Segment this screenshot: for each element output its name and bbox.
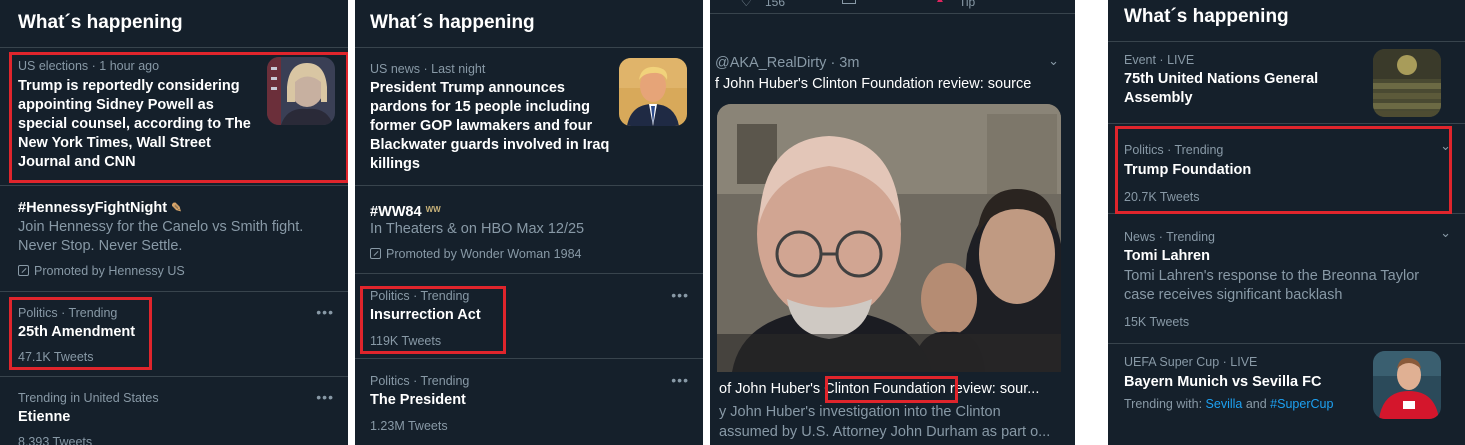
trend-item-news[interactable]: US elections · 1 hour ago Trump is repor… [0, 48, 348, 186]
trending-link[interactable]: #SuperCup [1270, 397, 1333, 411]
chevron-down-icon[interactable]: ⌄ [1048, 53, 1059, 69]
promoted-icon [370, 248, 381, 259]
trend-count: 47.1K Tweets [18, 350, 94, 364]
trend-count: 8,393 Tweets [18, 435, 93, 445]
trend-item-insurrection[interactable]: Politics · Trending Insurrection Act 119… [355, 274, 703, 359]
panel-title: What´s happening [0, 0, 348, 48]
tip-button[interactable]: Tip [959, 0, 975, 9]
promoted-desc: Join Hennessy for the Canelo vs Smith fi… [18, 219, 304, 254]
tweet-panel: ♡ 156 ▲ Tip @AKA_RealDirty · 3m ⌄ f John… [710, 0, 1075, 445]
promoted-by: Promoted by Hennessy US [18, 263, 185, 279]
trend-item-supercup[interactable]: UEFA Super Cup · LIVE Bayern Munich vs S… [1108, 344, 1465, 445]
more-options-icon[interactable]: ••• [316, 304, 334, 320]
tweet-action-bar: ♡ 156 ▲ Tip [710, 0, 1075, 14]
trend-headline[interactable]: Insurrection Act [370, 306, 481, 325]
trend-count: 119K Tweets [370, 334, 442, 348]
more-options-icon[interactable]: ••• [316, 389, 334, 405]
panel-title: What´s happening [355, 0, 703, 48]
like-icon[interactable]: ♡ [740, 0, 753, 10]
trends-panel-4: What´s happening Event · LIVE 75th Unite… [1108, 0, 1465, 445]
trend-item-etienne[interactable]: Trending in United States Etienne 8,393 … [0, 377, 348, 445]
trend-meta: Trending in United States [18, 391, 159, 405]
like-count: 156 [765, 0, 786, 9]
ww84-emoji-icon: WW [425, 205, 441, 214]
promoted-item[interactable]: #WW84 WW In Theaters & on HBO Max 12/25 … [355, 186, 703, 274]
trend-headline[interactable]: President Trump announces pardons for 15… [370, 79, 610, 174]
trend-item-news[interactable]: US news · Last night President Trump ann… [355, 48, 703, 186]
trend-meta: News · Trending [1124, 230, 1216, 244]
card-title-highlight: Clinton Foundation [824, 381, 946, 397]
card-photo [717, 104, 1061, 372]
trending-with: Trending with: Sevilla and #SuperCup [1124, 397, 1334, 411]
trend-desc: Tomi Lahren's response to the Breonna Ta… [1124, 268, 1420, 303]
trend-meta: Politics · Trending [370, 289, 470, 303]
chevron-down-icon[interactable]: ⌄ [1440, 225, 1451, 241]
trend-item-25th[interactable]: Politics · Trending 25th Amendment 47.1K… [0, 292, 348, 377]
bottle-emoji-icon: ✎ [171, 200, 182, 215]
trend-headline[interactable]: 25th Amendment [18, 323, 135, 342]
thumbnail-image [619, 58, 687, 126]
trend-meta: Politics · Trending [1124, 143, 1224, 157]
card-desc: y John Huber's investigation into the Cl… [719, 404, 1051, 440]
screenshot-collage: What´s happening US elections · 1 hour a… [0, 0, 1465, 445]
trend-count: 20.7K Tweets [1124, 190, 1200, 204]
link-card-image[interactable] [717, 104, 1061, 372]
trend-headline[interactable]: Trump is reportedly considering appointi… [18, 77, 258, 172]
thumbnail-image [1373, 351, 1441, 419]
news-thumbnail[interactable] [267, 57, 335, 125]
trend-meta: UEFA Super Cup · LIVE [1124, 355, 1258, 369]
trend-meta: Politics · Trending [18, 306, 118, 320]
chevron-down-icon[interactable]: ⌄ [1440, 138, 1451, 154]
trend-headline[interactable]: 75th United Nations General Assembly [1124, 70, 1334, 108]
promoted-by: Promoted by Wonder Woman 1984 [370, 246, 581, 262]
trend-meta: Event · LIVE [1124, 53, 1195, 67]
promoted-icon [18, 265, 29, 276]
thumbnail-image [1373, 49, 1441, 117]
trend-headline[interactable]: Trump Foundation [1124, 161, 1251, 180]
share-icon[interactable] [842, 0, 856, 4]
link-card-text[interactable]: of John Huber's Clinton Foundation revie… [717, 372, 1061, 445]
more-options-icon[interactable]: ••• [671, 287, 689, 303]
trend-count: 15K Tweets [1124, 315, 1190, 329]
more-options-icon[interactable]: ••• [671, 372, 689, 388]
tweet-text: f John Huber's Clinton Foundation review… [715, 76, 1032, 92]
tweet-handle[interactable]: @AKA_RealDirty · 3m [715, 55, 859, 71]
trend-item-president[interactable]: Politics · Trending The President 1.23M … [355, 359, 703, 445]
trend-count: 1.23M Tweets [370, 419, 448, 433]
trend-headline[interactable]: Bayern Munich vs Sevilla FC [1124, 373, 1321, 392]
promoted-item[interactable]: #HennessyFightNight ✎ Join Hennessy for … [0, 186, 348, 292]
promoted-desc: In Theaters & on HBO Max 12/25 [370, 221, 585, 237]
news-thumbnail[interactable] [619, 58, 687, 126]
card-title: of John Huber's Clinton Foundation revie… [719, 381, 1040, 397]
trend-meta: US news · Last night [370, 62, 486, 76]
trend-item-event[interactable]: Event · LIVE 75th United Nations General… [1108, 42, 1465, 124]
trend-headline[interactable]: Tomi Lahren [1124, 247, 1210, 266]
trend-item-tomi[interactable]: News · Trending Tomi Lahren Tomi Lahren'… [1108, 214, 1465, 344]
trend-meta: Politics · Trending [370, 374, 470, 388]
trends-panel-1: What´s happening US elections · 1 hour a… [0, 0, 348, 445]
trend-item-trump-foundation[interactable]: Politics · Trending Trump Foundation 20.… [1108, 124, 1465, 214]
event-thumbnail[interactable] [1373, 49, 1441, 117]
thumbnail-image [267, 57, 335, 125]
trends-panel-2: What´s happening US news · Last night Pr… [355, 0, 703, 445]
panel-title: What´s happening [1108, 0, 1465, 42]
trend-meta: US elections · 1 hour ago [18, 59, 160, 73]
tip-icon: ▲ [935, 0, 945, 5]
promoted-hashtag[interactable]: #WW84 WW [370, 200, 441, 222]
promoted-hashtag[interactable]: #HennessyFightNight ✎ [18, 198, 182, 218]
sports-thumbnail[interactable] [1373, 351, 1441, 419]
trend-headline[interactable]: The President [370, 391, 466, 410]
trend-headline[interactable]: Etienne [18, 408, 70, 427]
trending-link[interactable]: Sevilla [1206, 397, 1243, 411]
